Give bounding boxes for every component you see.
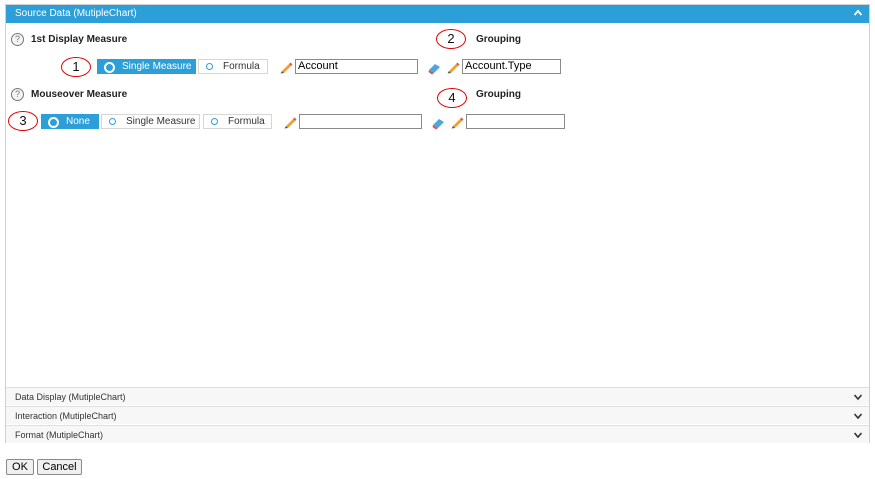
section-format[interactable]: Format (MutipleChart) xyxy=(6,425,869,443)
none-option[interactable]: None xyxy=(41,114,99,129)
grouping-label-1: Grouping xyxy=(476,34,521,45)
chevron-down-icon[interactable] xyxy=(853,411,863,421)
cancel-button[interactable]: Cancel xyxy=(37,459,82,475)
formula-option-label: Formula xyxy=(223,61,260,72)
none-option-label: None xyxy=(66,116,90,127)
section-interaction[interactable]: Interaction (MutipleChart) xyxy=(6,406,869,424)
chevron-up-icon[interactable] xyxy=(853,8,863,18)
panel-title: Source Data (MutipleChart) xyxy=(15,8,137,19)
section-format-label: Format (MutipleChart) xyxy=(15,430,104,440)
chevron-down-icon[interactable] xyxy=(853,392,863,402)
mouseover-input[interactable] xyxy=(299,114,422,129)
first-display-measure-label: 1st Display Measure xyxy=(31,34,128,45)
grouping-label-2: Grouping xyxy=(476,89,521,100)
measure-input[interactable]: Account xyxy=(295,59,418,74)
radio-selected-icon xyxy=(104,62,115,73)
radio-unselected-icon xyxy=(206,63,213,70)
radio-unselected-icon xyxy=(211,118,218,125)
eraser-icon[interactable] xyxy=(432,116,446,130)
pencil-icon[interactable] xyxy=(450,115,464,129)
callout-4: 4 xyxy=(437,88,467,108)
radio-selected-icon xyxy=(48,117,59,128)
panel-header[interactable]: Source Data (MutipleChart) xyxy=(6,5,869,23)
section-interaction-label: Interaction (MutipleChart) xyxy=(15,411,117,421)
section-data-display[interactable]: Data Display (MutipleChart) xyxy=(6,387,869,405)
section-data-display-label: Data Display (MutipleChart) xyxy=(15,392,126,402)
single-measure-option-2[interactable]: Single Measure xyxy=(101,114,200,129)
formula-option-2[interactable]: Formula xyxy=(203,114,272,129)
radio-unselected-icon xyxy=(109,118,116,125)
callout-1: 1 xyxy=(61,57,91,77)
mouseover-measure-label: Mouseover Measure xyxy=(31,89,128,100)
help-icon[interactable]: ? xyxy=(11,88,24,101)
callout-3: 3 xyxy=(8,111,38,131)
ok-button[interactable]: OK xyxy=(6,459,34,475)
single-measure-option-label: Single Measure xyxy=(122,61,192,72)
single-measure-option[interactable]: Single Measure xyxy=(97,59,196,74)
pencil-icon[interactable] xyxy=(279,60,293,74)
pencil-icon[interactable] xyxy=(283,115,297,129)
single-measure-option-2-label: Single Measure xyxy=(126,116,196,127)
formula-option-2-label: Formula xyxy=(228,116,265,127)
help-icon[interactable]: ? xyxy=(11,33,24,46)
formula-option[interactable]: Formula xyxy=(198,59,268,74)
eraser-icon[interactable] xyxy=(428,61,442,75)
pencil-icon[interactable] xyxy=(446,60,460,74)
grouping-input-1[interactable]: Account.Type xyxy=(462,59,561,74)
chevron-down-icon[interactable] xyxy=(853,430,863,440)
grouping-input-2[interactable] xyxy=(466,114,565,129)
callout-2: 2 xyxy=(436,29,466,49)
